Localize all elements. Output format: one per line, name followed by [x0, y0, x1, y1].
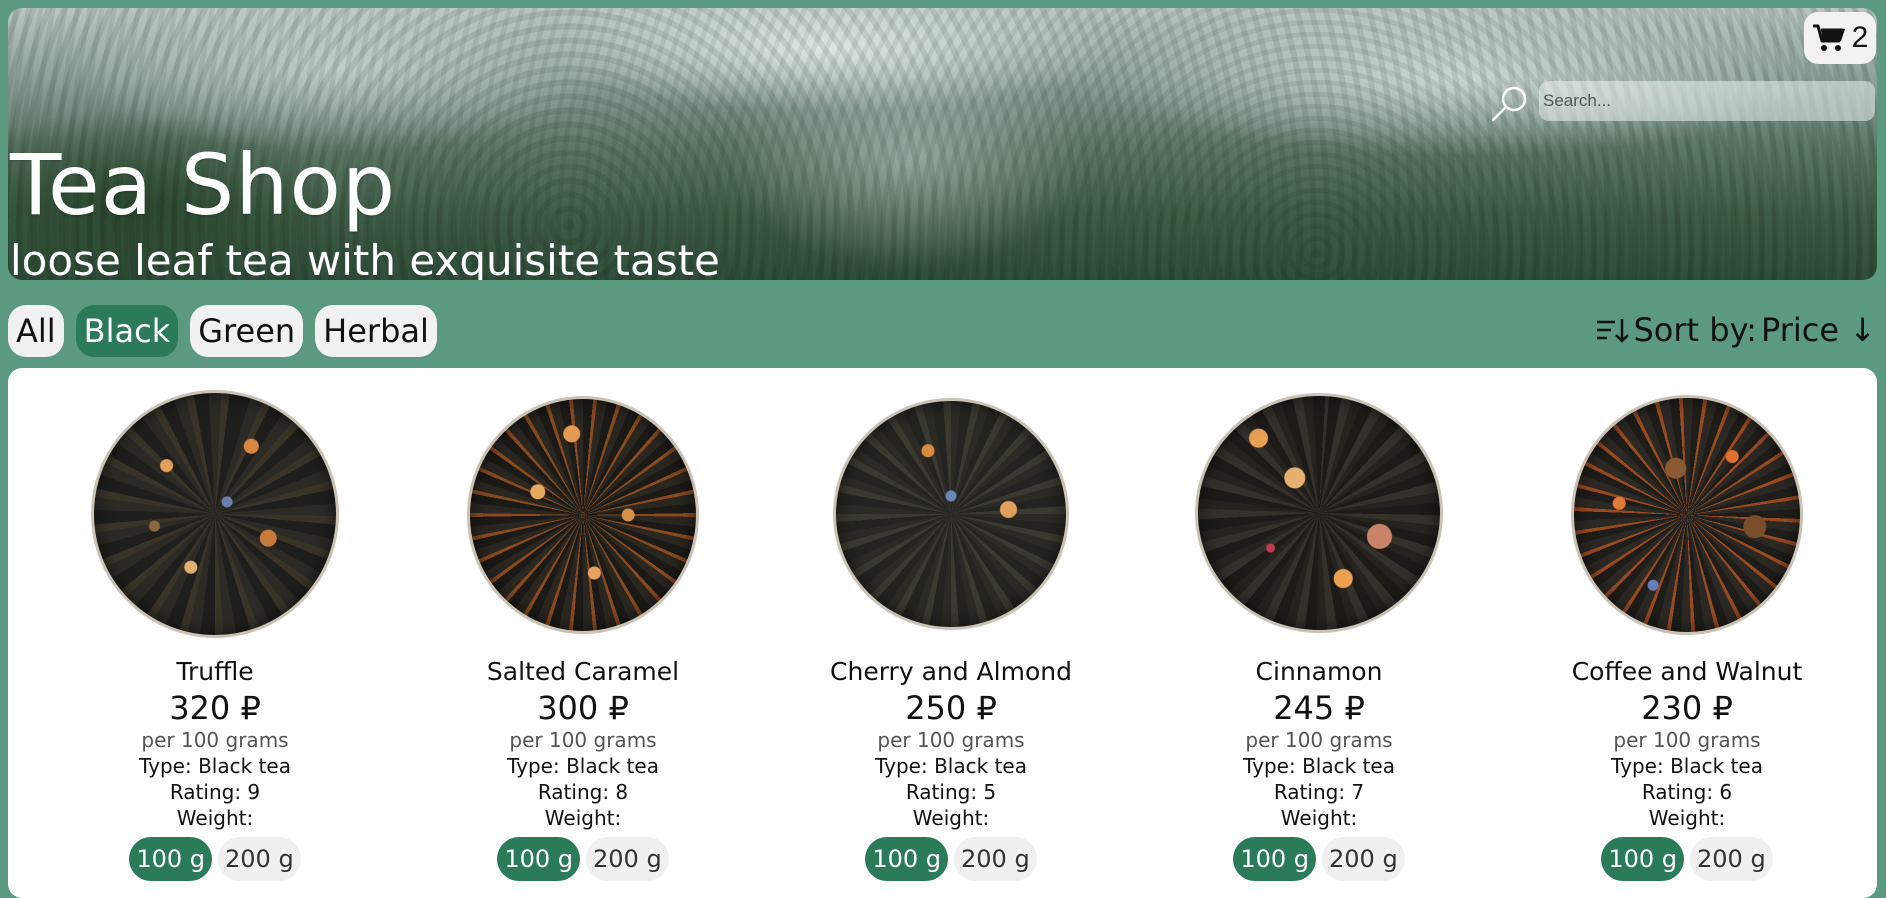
product-image[interactable]: [1195, 393, 1443, 633]
product-type: Type: Black tea: [875, 754, 1027, 778]
product-price: 250 ₽: [905, 689, 997, 727]
cart-count: 2: [1851, 21, 1869, 54]
product-card[interactable]: Cherry and Almond 250 ₽ per 100 grams Ty…: [767, 368, 1135, 888]
cart-icon: [1812, 24, 1845, 51]
product-image[interactable]: [833, 398, 1069, 630]
page-title: Tea Shop: [10, 136, 397, 234]
product-rating: Rating: 7: [1273, 780, 1365, 804]
sort-value[interactable]: Price ↓: [1761, 311, 1876, 349]
weight-label: Weight:: [1280, 806, 1358, 830]
search-input[interactable]: [1539, 81, 1875, 121]
product-image[interactable]: [467, 396, 699, 634]
filter-herbal[interactable]: Herbal: [315, 305, 437, 357]
product-name: Cherry and Almond: [830, 657, 1072, 686]
weight-option-200g[interactable]: 200 g: [586, 837, 669, 881]
product-type: Type: Black tea: [1243, 754, 1395, 778]
product-unit: per 100 grams: [877, 728, 1025, 752]
product-price: 245 ₽: [1273, 689, 1365, 727]
product-card[interactable]: Coffee and Walnut 230 ₽ per 100 grams Ty…: [1503, 368, 1871, 888]
page-subtitle: loose leaf tea with exquisite taste: [10, 236, 720, 280]
product-rating: Rating: 6: [1641, 780, 1733, 804]
filter-green[interactable]: Green: [190, 305, 304, 357]
sort-label: Sort by:: [1633, 311, 1757, 349]
product-grid: Truffle 320 ₽ per 100 grams Type: Black …: [8, 368, 1877, 888]
weight-option-200g[interactable]: 200 g: [954, 837, 1037, 881]
product-price: 300 ₽: [537, 689, 629, 727]
product-type: Type: Black tea: [507, 754, 659, 778]
product-price: 320 ₽: [169, 689, 261, 727]
weight-option-200g[interactable]: 200 g: [218, 837, 301, 881]
search-icon[interactable]: [1490, 83, 1530, 123]
product-image[interactable]: [91, 390, 339, 638]
product-card[interactable]: Truffle 320 ₽ per 100 grams Type: Black …: [31, 368, 399, 888]
product-name: Salted Caramel: [486, 657, 680, 686]
weight-option-200g[interactable]: 200 g: [1690, 837, 1773, 881]
product-card[interactable]: Salted Caramel 300 ₽ per 100 grams Type:…: [399, 368, 767, 888]
filter-all[interactable]: All: [8, 305, 64, 357]
weight-option-100g[interactable]: 100 g: [129, 837, 212, 881]
product-name: Coffee and Walnut: [1571, 657, 1803, 686]
product-image[interactable]: [1571, 395, 1803, 635]
category-filters: All Black Green Herbal: [8, 305, 437, 357]
sort-control[interactable]: Sort by: Price ↓: [1595, 311, 1876, 349]
product-panel: Truffle 320 ₽ per 100 grams Type: Black …: [8, 368, 1877, 898]
weight-label: Weight:: [544, 806, 622, 830]
weight-option-200g[interactable]: 200 g: [1322, 837, 1405, 881]
product-type: Type: Black tea: [139, 754, 291, 778]
sort-icon: [1597, 319, 1630, 343]
product-unit: per 100 grams: [1245, 728, 1393, 752]
product-unit: per 100 grams: [141, 728, 289, 752]
weight-option-100g[interactable]: 100 g: [497, 837, 580, 881]
product-name: Cinnamon: [1255, 657, 1383, 686]
weight-option-100g[interactable]: 100 g: [865, 837, 948, 881]
product-unit: per 100 grams: [509, 728, 657, 752]
weight-option-100g[interactable]: 100 g: [1601, 837, 1684, 881]
product-card[interactable]: Cinnamon 245 ₽ per 100 grams Type: Black…: [1135, 368, 1503, 888]
product-name: Truffle: [176, 657, 254, 686]
product-rating: Rating: 5: [905, 780, 997, 804]
weight-label: Weight:: [912, 806, 990, 830]
cart-button[interactable]: 2: [1804, 12, 1876, 64]
product-rating: Rating: 8: [537, 780, 629, 804]
product-rating: Rating: 9: [169, 780, 261, 804]
hero-banner: Tea Shop loose leaf tea with exquisite t…: [8, 8, 1877, 280]
product-price: 230 ₽: [1641, 689, 1733, 727]
filter-black[interactable]: Black: [75, 305, 179, 357]
weight-label: Weight:: [1648, 806, 1726, 830]
weight-option-100g[interactable]: 100 g: [1233, 837, 1316, 881]
weight-label: Weight:: [176, 806, 254, 830]
product-unit: per 100 grams: [1613, 728, 1761, 752]
product-type: Type: Black tea: [1611, 754, 1763, 778]
